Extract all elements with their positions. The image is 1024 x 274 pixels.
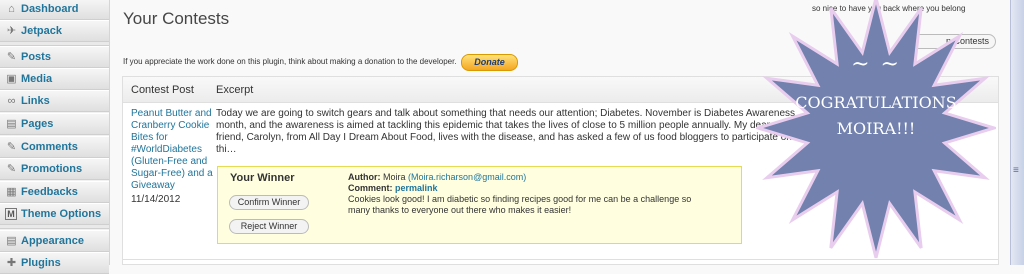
pushpin-icon: ✎ bbox=[6, 162, 17, 175]
feedbacks-icon: ▦ bbox=[6, 185, 17, 198]
sidebar-item-media[interactable]: ▣ Media bbox=[0, 68, 109, 90]
donate-note: If you appreciate the work done on this … bbox=[123, 57, 457, 66]
comments-icon: ✎ bbox=[6, 140, 17, 153]
sidebar-item-label: Appearance bbox=[21, 235, 84, 247]
donate-button[interactable]: Donate bbox=[461, 54, 518, 71]
sidebar-item-links[interactable]: ∞ Links bbox=[0, 90, 109, 112]
resize-handle-icon[interactable]: ≡ bbox=[1013, 165, 1019, 176]
column-header-contest-post: Contest Post bbox=[131, 84, 194, 96]
admin-sidebar: ⌂ Dashboard ✈ Jetpack ✎ Posts ▣ Media ∞ … bbox=[0, 0, 110, 274]
sidebar-separator bbox=[0, 225, 109, 229]
sidebar-item-label: Jetpack bbox=[21, 25, 62, 37]
comment-label: Comment: bbox=[348, 183, 393, 193]
contest-excerpt: Today we are going to switch gears and t… bbox=[216, 108, 796, 155]
sidebar-item-posts[interactable]: ✎ Posts bbox=[0, 46, 109, 68]
media-icon: ▣ bbox=[6, 72, 17, 85]
contest-post-link[interactable]: Peanut Butter and Cranberry Cookie Bites… bbox=[131, 108, 215, 192]
appearance-icon: ▤ bbox=[6, 234, 17, 247]
author-name: Moira bbox=[383, 172, 406, 182]
sidebar-item-label: Theme Options bbox=[21, 208, 102, 220]
confirm-winner-button[interactable]: Confirm Winner bbox=[229, 195, 309, 210]
jetpack-icon: ✈ bbox=[6, 24, 17, 37]
sidebar-item-label: Plugins bbox=[21, 257, 61, 269]
sidebar-item-label: Posts bbox=[21, 51, 51, 63]
sidebar-item-label: Media bbox=[21, 73, 53, 85]
pushpin-icon: ✎ bbox=[6, 50, 17, 63]
page-title: Your Contests bbox=[123, 9, 230, 28]
contest-post-date: 11/14/2012 bbox=[131, 194, 181, 205]
sidebar-item-theme-options[interactable]: M Theme Options bbox=[0, 203, 109, 225]
author-email[interactable]: (Moira.richarson@gmail.com) bbox=[408, 172, 526, 182]
winner-box: Your Winner Confirm Winner Reject Winner… bbox=[217, 166, 742, 244]
sidebar-item-plugins[interactable]: ✚ Plugins bbox=[0, 252, 109, 274]
sidebar-item-label: Links bbox=[21, 95, 50, 107]
reject-winner-button[interactable]: Reject Winner bbox=[229, 219, 309, 234]
link-icon: ∞ bbox=[7, 94, 16, 107]
sidebar-item-label: Promotions bbox=[21, 163, 83, 175]
sidebar-item-dashboard[interactable]: ⌂ Dashboard bbox=[0, 0, 109, 20]
congratulations-line-1: COGRATULATIONS bbox=[795, 93, 957, 112]
burst-tilde: ~ ~ bbox=[851, 52, 901, 77]
sidebar-item-promotions[interactable]: ✎ Promotions bbox=[0, 158, 109, 180]
sidebar-item-pages[interactable]: ▤ Pages bbox=[0, 113, 109, 135]
window-edge-strip bbox=[1010, 0, 1024, 265]
comment-text: Cookies look good! I am diabetic so find… bbox=[348, 194, 692, 215]
sidebar-item-label: Feedbacks bbox=[21, 186, 78, 198]
sidebar-item-jetpack[interactable]: ✈ Jetpack bbox=[0, 20, 109, 42]
column-header-excerpt: Excerpt bbox=[216, 84, 254, 96]
sidebar-item-feedbacks[interactable]: ▦ Feedbacks bbox=[0, 181, 109, 203]
sidebar-item-appearance[interactable]: ▤ Appearance bbox=[0, 230, 109, 252]
sidebar-item-label: Dashboard bbox=[21, 3, 79, 15]
sidebar-item-label: Pages bbox=[21, 118, 54, 130]
plugins-icon: ✚ bbox=[6, 256, 17, 269]
pages-icon: ▤ bbox=[6, 117, 17, 130]
comment-permalink[interactable]: permalink bbox=[395, 183, 438, 193]
winner-title: Your Winner bbox=[230, 172, 295, 184]
winner-info: Author: Moira (Moira.richarson@gmail.com… bbox=[348, 172, 708, 216]
congratulations-line-2: MOIRA!!! bbox=[836, 119, 916, 138]
congratulations-text: COGRATULATIONS MOIRA!!! bbox=[756, 90, 996, 142]
sidebar-item-comments[interactable]: ✎ Comments bbox=[0, 136, 109, 158]
author-label: Author: bbox=[348, 172, 381, 182]
house-icon: ⌂ bbox=[8, 2, 15, 15]
sidebar-item-label: Comments bbox=[21, 141, 78, 153]
theme-options-icon: M bbox=[5, 208, 17, 220]
